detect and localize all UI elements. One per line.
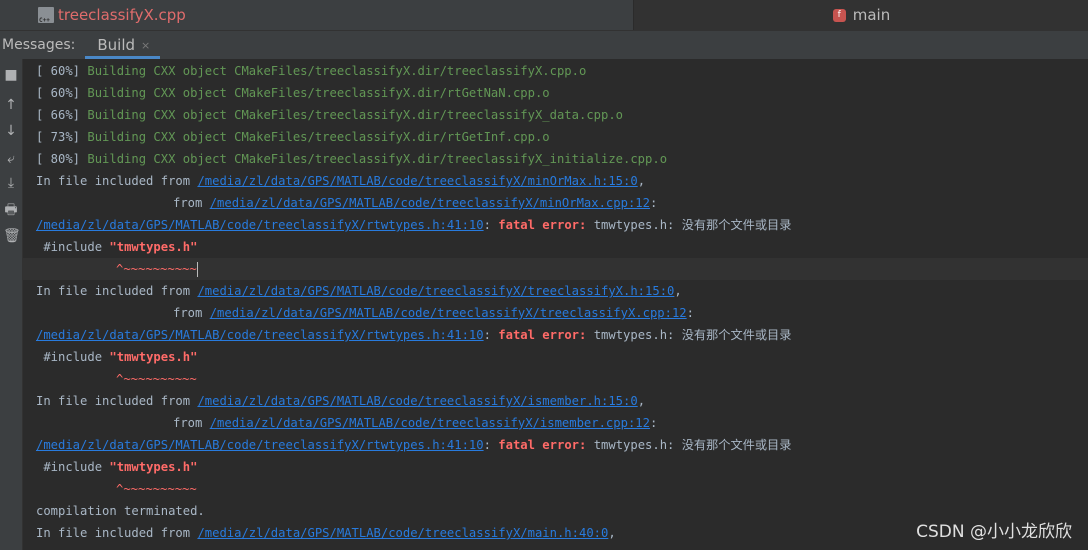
text-cursor xyxy=(196,262,198,277)
build-line: [ 60%] Building CXX object CMakeFiles/tr… xyxy=(36,86,550,100)
tab-treeclassifyx-cpp[interactable]: treeclassifyX.cpp xyxy=(0,0,632,30)
editor-tab-bar: treeclassifyX.cpp f main xyxy=(0,0,1088,31)
caret-line: ^~~~~~~~~~~ xyxy=(116,372,197,386)
include-line: In file included from /media/zl/data/GPS… xyxy=(36,284,682,298)
trash-icon[interactable]: 🗑 xyxy=(3,228,21,244)
include-line: In file included from /media/zl/data/GPS… xyxy=(36,394,646,408)
file-link[interactable]: /media/zl/data/GPS/MATLAB/code/treeclass… xyxy=(197,394,637,408)
from-line: from /media/zl/data/GPS/MATLAB/code/tree… xyxy=(173,416,658,430)
watermark: CSDN @小小龙欣欣 xyxy=(916,522,1072,542)
messages-title: Messages: xyxy=(2,37,76,53)
file-link[interactable]: /media/zl/data/GPS/MATLAB/code/treeclass… xyxy=(197,284,674,298)
caret-line: ^~~~~~~~~~~ xyxy=(116,482,197,496)
include-source-line: #include "tmwtypes.h" xyxy=(43,350,198,364)
include-source-line: #include "tmwtypes.h" xyxy=(43,460,198,474)
tab-label: main xyxy=(852,6,891,24)
messages-toolbar: ■ ↑ ↓ ⤶ ⤓ 🖶 🗑 xyxy=(0,59,23,550)
close-icon[interactable]: × xyxy=(141,39,150,52)
build-line: [ 66%] Building CXX object CMakeFiles/tr… xyxy=(36,108,624,122)
from-line: from /media/zl/data/GPS/MATLAB/code/tree… xyxy=(173,306,694,320)
stop-icon[interactable]: ■ xyxy=(3,67,19,83)
error-line: /media/zl/data/GPS/MATLAB/code/treeclass… xyxy=(36,218,792,232)
error-line: /media/zl/data/GPS/MATLAB/code/treeclass… xyxy=(36,438,792,452)
file-link[interactable]: /media/zl/data/GPS/MATLAB/code/treeclass… xyxy=(197,174,637,188)
file-link[interactable]: /media/zl/data/GPS/MATLAB/code/treeclass… xyxy=(197,526,608,540)
scroll-to-end-icon[interactable]: ⤓ xyxy=(3,175,19,191)
messages-header: Messages: Build × xyxy=(0,31,1088,59)
print-icon[interactable]: 🖶 xyxy=(3,202,19,218)
file-link[interactable]: /media/zl/data/GPS/MATLAB/code/treeclass… xyxy=(210,196,650,210)
caret-line: ^~~~~~~~~~~ xyxy=(23,258,1088,280)
tab-label: treeclassifyX.cpp xyxy=(58,6,186,24)
include-line: In file included from /media/zl/data/GPS… xyxy=(36,174,646,188)
arrow-up-icon[interactable]: ↑ xyxy=(3,97,19,113)
build-line: [ 60%] Building CXX object CMakeFiles/tr… xyxy=(36,64,587,78)
file-link[interactable]: /media/zl/data/GPS/MATLAB/code/treeclass… xyxy=(36,438,484,452)
tab-build[interactable]: Build × xyxy=(85,31,161,59)
arrow-down-icon[interactable]: ↓ xyxy=(3,123,19,139)
build-line: [ 73%] Building CXX object CMakeFiles/tr… xyxy=(36,130,550,144)
function-icon: f xyxy=(832,8,846,22)
file-link[interactable]: /media/zl/data/GPS/MATLAB/code/treeclass… xyxy=(210,306,687,320)
cpp-file-icon xyxy=(38,7,54,24)
from-line: from /media/zl/data/GPS/MATLAB/code/tree… xyxy=(173,196,658,210)
error-line: /media/zl/data/GPS/MATLAB/code/treeclass… xyxy=(36,328,792,342)
tab-main[interactable]: f main xyxy=(633,0,1088,30)
build-tab-label: Build xyxy=(97,36,136,54)
file-link[interactable]: /media/zl/data/GPS/MATLAB/code/treeclass… xyxy=(210,416,650,430)
include-source-line: #include "tmwtypes.h" xyxy=(43,240,198,254)
file-link[interactable]: /media/zl/data/GPS/MATLAB/code/treeclass… xyxy=(36,218,484,232)
build-console[interactable]: [ 60%] Building CXX object CMakeFiles/tr… xyxy=(23,59,1088,550)
file-link[interactable]: /media/zl/data/GPS/MATLAB/code/treeclass… xyxy=(36,328,484,342)
soft-wrap-icon[interactable]: ⤶ xyxy=(3,151,19,167)
build-line: [ 80%] Building CXX object CMakeFiles/tr… xyxy=(36,152,668,166)
